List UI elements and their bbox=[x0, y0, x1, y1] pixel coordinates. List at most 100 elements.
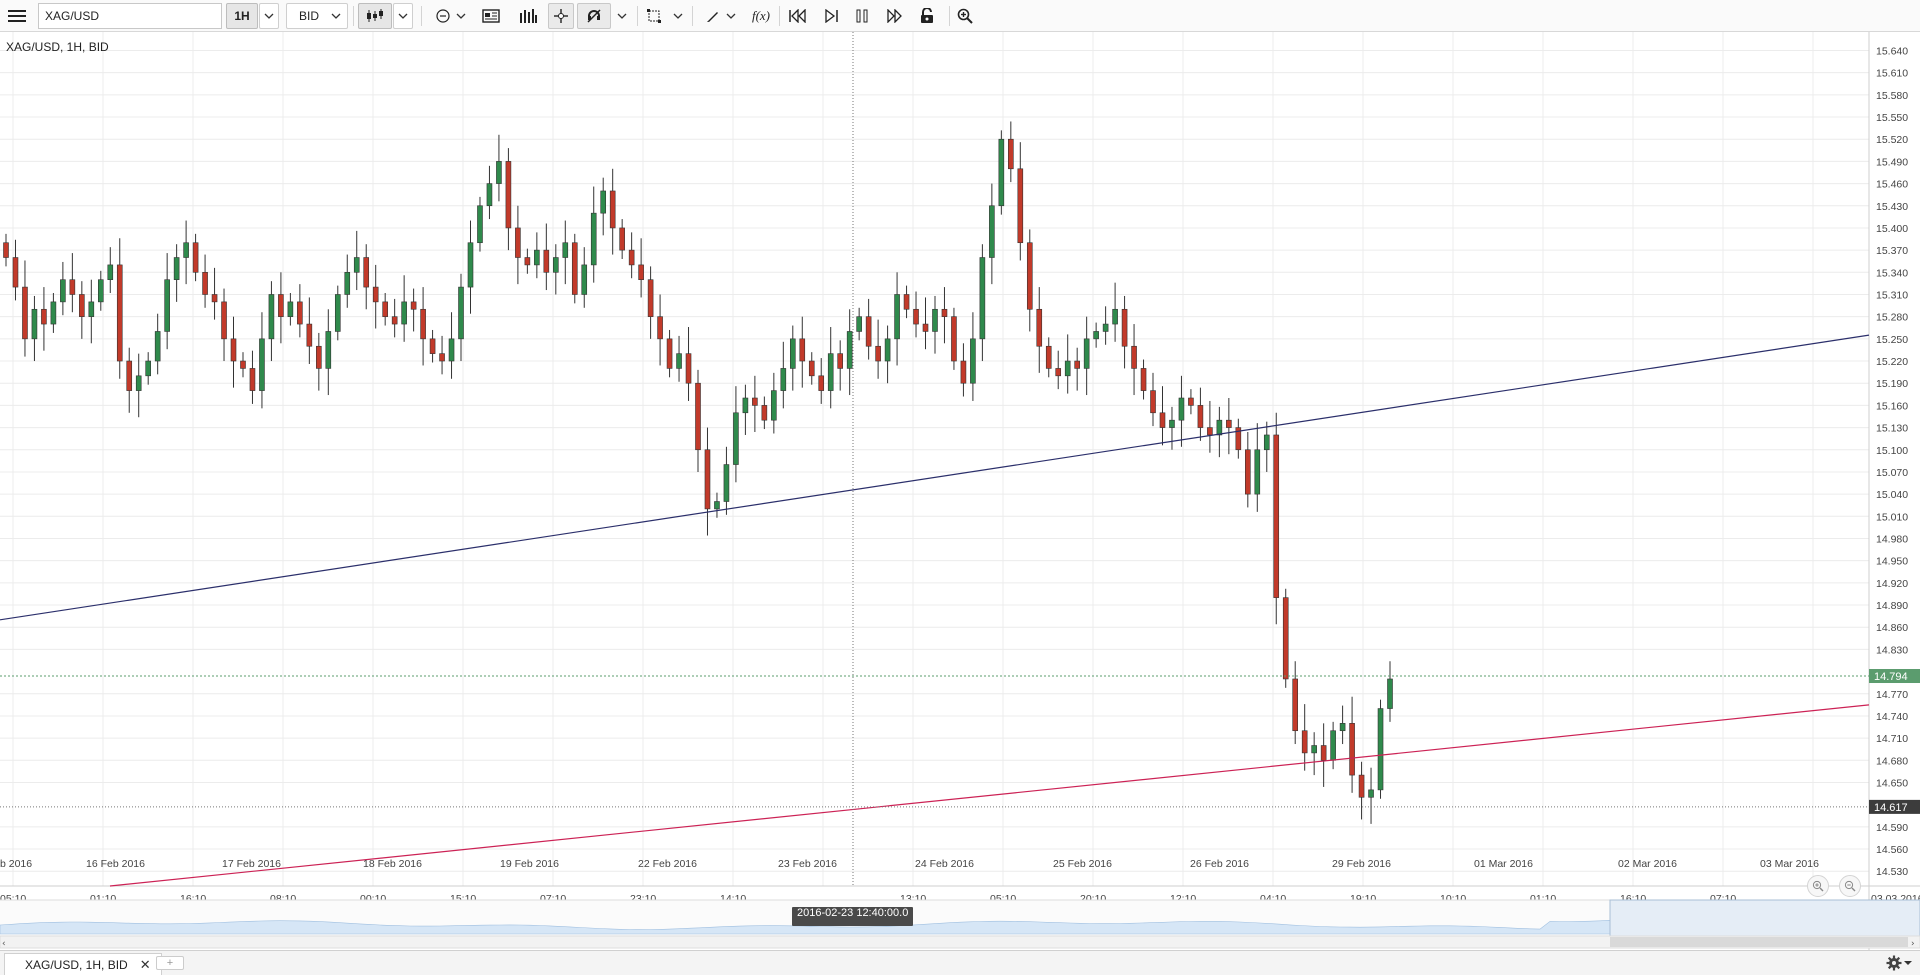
candle-body bbox=[752, 397, 758, 406]
candle-body bbox=[344, 272, 351, 295]
candle-body bbox=[970, 338, 976, 384]
candle-body bbox=[486, 183, 493, 207]
trendline-upper bbox=[0, 334, 1870, 621]
volume-bars-icon[interactable] bbox=[515, 3, 541, 29]
pencil-draw-button[interactable] bbox=[702, 3, 740, 29]
candle-body bbox=[505, 161, 512, 229]
candle-body bbox=[50, 301, 57, 325]
close-icon[interactable]: ✕ bbox=[140, 957, 151, 973]
magnet-dropdown[interactable] bbox=[612, 3, 632, 29]
candle-body bbox=[116, 264, 123, 362]
date-label: 22 Feb 2016 bbox=[638, 858, 697, 870]
price-side-select[interactable]: BID bbox=[286, 3, 348, 29]
candle-body bbox=[1131, 345, 1137, 369]
chart-zoom-out-button[interactable] bbox=[1839, 875, 1861, 897]
candle-body bbox=[960, 360, 967, 384]
y-tick-label: 14.650 bbox=[1876, 777, 1908, 789]
candle-body bbox=[1017, 168, 1024, 244]
chart-zoom-in-button[interactable] bbox=[1807, 875, 1829, 897]
candle-body bbox=[932, 308, 938, 332]
news-icon[interactable] bbox=[478, 3, 504, 29]
draw-rectangle-icon[interactable] bbox=[641, 3, 667, 29]
candle-body bbox=[259, 338, 265, 391]
candle-body bbox=[12, 257, 19, 288]
candle-body bbox=[846, 331, 853, 369]
y-tick-label: 15.430 bbox=[1876, 201, 1908, 213]
candle-body bbox=[524, 257, 531, 266]
candle-body bbox=[628, 249, 635, 266]
candle-body bbox=[1216, 419, 1223, 436]
y-tick-label: 15.520 bbox=[1876, 134, 1908, 146]
candle-body bbox=[448, 338, 455, 362]
candle-body bbox=[287, 301, 294, 317]
candle-body bbox=[325, 331, 332, 369]
y-tick-label: 14.560 bbox=[1876, 844, 1908, 856]
chart-area[interactable]: 15.640 15.610 15.580 15.550 15.520 15.490 15.4… bbox=[0, 32, 1920, 950]
rewind-start-icon[interactable] bbox=[785, 3, 811, 29]
candle-body bbox=[1140, 368, 1147, 391]
candle-body bbox=[1301, 730, 1308, 754]
candle-body bbox=[837, 353, 843, 369]
candle-body bbox=[534, 249, 540, 266]
tab-label: XAG/USD, 1H, BID bbox=[25, 957, 128, 972]
hamburger-menu-icon[interactable] bbox=[4, 3, 30, 29]
candle-body bbox=[192, 242, 199, 273]
candle-body bbox=[1311, 745, 1317, 754]
draw-dropdown[interactable] bbox=[668, 3, 688, 29]
candle-body bbox=[1263, 434, 1270, 451]
chart-type-dropdown[interactable] bbox=[393, 3, 413, 29]
settings-button[interactable] bbox=[1886, 955, 1912, 971]
candle-body bbox=[789, 338, 796, 369]
date-label: 17 Feb 2016 bbox=[222, 858, 281, 870]
add-tab-icon[interactable]: + bbox=[156, 956, 184, 970]
candle-body bbox=[733, 412, 739, 465]
candle-body bbox=[79, 294, 85, 317]
candle-body bbox=[1008, 138, 1014, 170]
function-icon[interactable]: f(x) bbox=[748, 3, 774, 29]
scroll-left-arrow: ‹ bbox=[2, 939, 6, 949]
candle-body bbox=[3, 242, 9, 258]
price-chart[interactable]: 15.640 15.610 15.580 15.550 15.520 15.490 15.4… bbox=[0, 32, 1920, 950]
y-tick-label: 15.280 bbox=[1876, 312, 1908, 324]
top-toolbar: 1H BID f(x) bbox=[0, 0, 1920, 32]
pause-icon[interactable] bbox=[849, 3, 875, 29]
navigator-selection bbox=[1609, 899, 1920, 937]
period-dropdown[interactable] bbox=[259, 3, 279, 29]
zoom-in-icon[interactable] bbox=[952, 3, 978, 29]
gear-icon bbox=[1886, 955, 1902, 971]
tab-xag-usd[interactable]: XAG/USD, 1H, BID ✕ bbox=[4, 953, 162, 975]
period-button[interactable]: 1H bbox=[226, 3, 258, 29]
lock-icon[interactable] bbox=[914, 3, 940, 29]
candle-body bbox=[372, 286, 379, 303]
candlestick-chart-icon[interactable] bbox=[358, 3, 392, 29]
candle-body bbox=[1093, 331, 1099, 340]
chevron-down-icon bbox=[1904, 960, 1912, 965]
candle-body bbox=[515, 227, 521, 258]
date-label: b 2016 bbox=[0, 858, 32, 870]
crosshair-icon[interactable] bbox=[548, 3, 574, 29]
y-tick-label: 14.530 bbox=[1876, 866, 1908, 878]
candle-body bbox=[60, 279, 66, 303]
candle-body bbox=[1273, 434, 1280, 598]
y-tick-label: 14.830 bbox=[1876, 644, 1908, 656]
period-label: 1H bbox=[234, 9, 250, 23]
candle-body bbox=[780, 368, 787, 391]
candle-body bbox=[1074, 360, 1080, 369]
y-tick-label: 14.950 bbox=[1876, 556, 1908, 568]
magnet-off-icon[interactable] bbox=[577, 3, 611, 29]
candle-body bbox=[1112, 308, 1118, 325]
crosshair-price-label: 14.617 bbox=[1874, 802, 1908, 814]
date-label: 01 Mar 2016 bbox=[1474, 858, 1533, 870]
candle-body bbox=[571, 242, 578, 295]
skip-forward-icon[interactable] bbox=[818, 3, 844, 29]
y-tick-label: 14.590 bbox=[1876, 822, 1908, 834]
candle-body bbox=[1169, 419, 1175, 428]
symbol-input[interactable] bbox=[38, 3, 222, 29]
fast-forward-icon[interactable] bbox=[882, 3, 908, 29]
y-tick-label: 15.040 bbox=[1876, 489, 1908, 501]
cursor-mode-button[interactable] bbox=[433, 3, 469, 29]
candle-body bbox=[97, 279, 104, 303]
date-label: 24 Feb 2016 bbox=[915, 858, 974, 870]
date-label: 26 Feb 2016 bbox=[1190, 858, 1249, 870]
cursor-mode-icon bbox=[436, 9, 450, 23]
